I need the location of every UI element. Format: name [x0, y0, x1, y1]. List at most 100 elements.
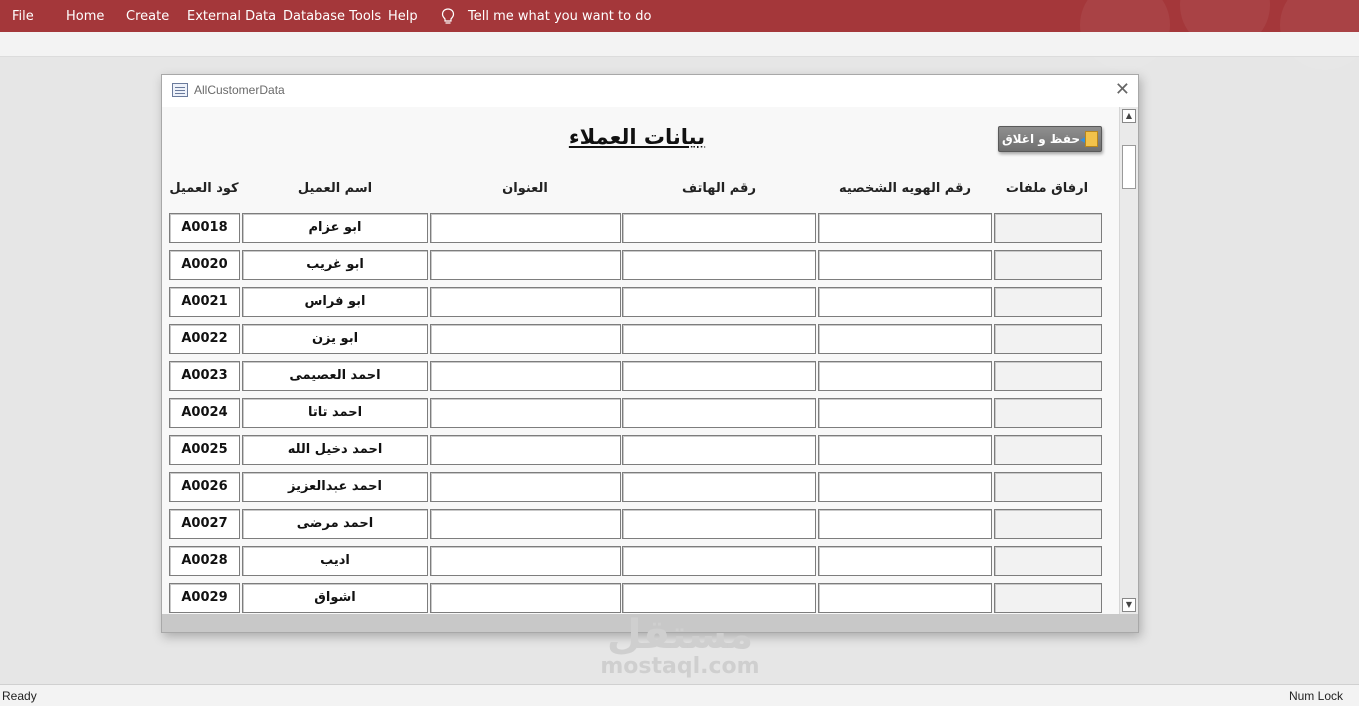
cell-address[interactable] [430, 472, 621, 502]
scroll-thumb[interactable] [1122, 145, 1136, 189]
cell-address[interactable] [430, 398, 621, 428]
table-row: احمد عبدالعزيز A0026 [162, 472, 1120, 502]
cell-name[interactable]: احمد العصيمى [242, 361, 428, 391]
cell-id-number[interactable] [818, 546, 992, 576]
cell-attachments[interactable] [994, 324, 1102, 354]
cell-name[interactable]: اديب [242, 546, 428, 576]
cell-attachments[interactable] [994, 472, 1102, 502]
cell-id-number[interactable] [818, 324, 992, 354]
cell-name[interactable]: اشواق [242, 583, 428, 613]
cell-name[interactable]: احمد تاتا [242, 398, 428, 428]
cell-name[interactable]: احمد مرضى [242, 509, 428, 539]
scroll-down-icon[interactable]: ▼ [1122, 598, 1136, 612]
cell-phone[interactable] [622, 546, 816, 576]
cell-code[interactable]: A0024 [169, 398, 240, 428]
cell-phone[interactable] [622, 287, 816, 317]
cell-code[interactable]: A0027 [169, 509, 240, 539]
header-address: العنوان [502, 181, 548, 196]
header-attachments: ارفاق ملفات [1005, 181, 1089, 196]
tab-help[interactable]: Help [388, 9, 418, 24]
cell-code[interactable]: A0023 [169, 361, 240, 391]
save-and-close-button[interactable]: حفظ و اغلاق [998, 126, 1102, 152]
cell-attachments[interactable] [994, 546, 1102, 576]
cell-phone[interactable] [622, 472, 816, 502]
cell-id-number[interactable] [818, 509, 992, 539]
tab-home[interactable]: Home [66, 9, 104, 24]
cell-address[interactable] [430, 509, 621, 539]
ribbon: File Home Create External Data Database … [0, 0, 1359, 70]
cell-id-number[interactable] [818, 361, 992, 391]
cell-phone[interactable] [622, 509, 816, 539]
cell-name[interactable]: احمد دخيل الله [242, 435, 428, 465]
cell-address[interactable] [430, 546, 621, 576]
header-phone: رقم الهاتف [682, 181, 756, 196]
form-content: بيانات العملاء حفظ و اغلاق ارفاق ملفات ر… [162, 107, 1120, 614]
table-row: ابو عزام A0018 [162, 213, 1120, 243]
scroll-up-icon[interactable]: ▲ [1122, 109, 1136, 123]
header-id-number: رقم الهويه الشخصيه [838, 181, 971, 196]
cell-name[interactable]: ابو عزام [242, 213, 428, 243]
cell-code[interactable]: A0020 [169, 250, 240, 280]
cell-address[interactable] [430, 583, 621, 613]
cell-name[interactable]: ابو فراس [242, 287, 428, 317]
window-title: AllCustomerData [194, 83, 285, 97]
table-row: احمد مرضى A0027 [162, 509, 1120, 539]
cell-attachments[interactable] [994, 250, 1102, 280]
cell-attachments[interactable] [994, 398, 1102, 428]
cell-name[interactable]: ابو يزن [242, 324, 428, 354]
header-name: اسم العميل [297, 181, 373, 196]
cell-phone[interactable] [622, 250, 816, 280]
cell-name[interactable]: احمد عبدالعزيز [242, 472, 428, 502]
vertical-scrollbar[interactable]: ▲ ▼ [1119, 107, 1138, 614]
cell-code[interactable]: A0029 [169, 583, 240, 613]
cell-phone[interactable] [622, 583, 816, 613]
cell-attachments[interactable] [994, 287, 1102, 317]
status-bar: Ready Num Lock [0, 684, 1359, 706]
cell-id-number[interactable] [818, 398, 992, 428]
tell-me-search[interactable]: Tell me what you want to do [468, 9, 651, 24]
cell-phone[interactable] [622, 324, 816, 354]
cell-address[interactable] [430, 213, 621, 243]
cell-phone[interactable] [622, 213, 816, 243]
cell-code[interactable]: A0025 [169, 435, 240, 465]
cell-phone[interactable] [622, 361, 816, 391]
form-window: AllCustomerData ✕ بيانات العملاء حفظ و ا… [161, 74, 1139, 633]
cell-id-number[interactable] [818, 583, 992, 613]
cell-attachments[interactable] [994, 583, 1102, 613]
table-row: اديب A0028 [162, 546, 1120, 576]
cell-id-number[interactable] [818, 287, 992, 317]
cell-id-number[interactable] [818, 435, 992, 465]
close-icon[interactable]: ✕ [1115, 80, 1130, 100]
cell-attachments[interactable] [994, 361, 1102, 391]
cell-id-number[interactable] [818, 213, 992, 243]
cell-address[interactable] [430, 250, 621, 280]
cell-id-number[interactable] [818, 250, 992, 280]
cell-phone[interactable] [622, 398, 816, 428]
cell-address[interactable] [430, 435, 621, 465]
tab-database-tools[interactable]: Database Tools [283, 9, 381, 24]
cell-address[interactable] [430, 361, 621, 391]
cell-code[interactable]: A0018 [169, 213, 240, 243]
cell-code[interactable]: A0028 [169, 546, 240, 576]
table-row: ابو غريب A0020 [162, 250, 1120, 280]
cell-id-number[interactable] [818, 472, 992, 502]
header-code: كود العميل [169, 181, 239, 196]
table-row: احمد العصيمى A0023 [162, 361, 1120, 391]
form-title: بيانات العملاء [568, 125, 706, 149]
status-num-lock: Num Lock [1288, 689, 1343, 703]
table-row: احمد تاتا A0024 [162, 398, 1120, 428]
cell-name[interactable]: ابو غريب [242, 250, 428, 280]
cell-code[interactable]: A0021 [169, 287, 240, 317]
cell-code[interactable]: A0022 [169, 324, 240, 354]
cell-code[interactable]: A0026 [169, 472, 240, 502]
table-row: اشواق A0029 [162, 583, 1120, 613]
cell-phone[interactable] [622, 435, 816, 465]
tab-file[interactable]: File [12, 9, 34, 24]
cell-address[interactable] [430, 287, 621, 317]
tab-create[interactable]: Create [126, 9, 169, 24]
tab-external-data[interactable]: External Data [187, 9, 276, 24]
cell-attachments[interactable] [994, 213, 1102, 243]
cell-address[interactable] [430, 324, 621, 354]
cell-attachments[interactable] [994, 509, 1102, 539]
cell-attachments[interactable] [994, 435, 1102, 465]
